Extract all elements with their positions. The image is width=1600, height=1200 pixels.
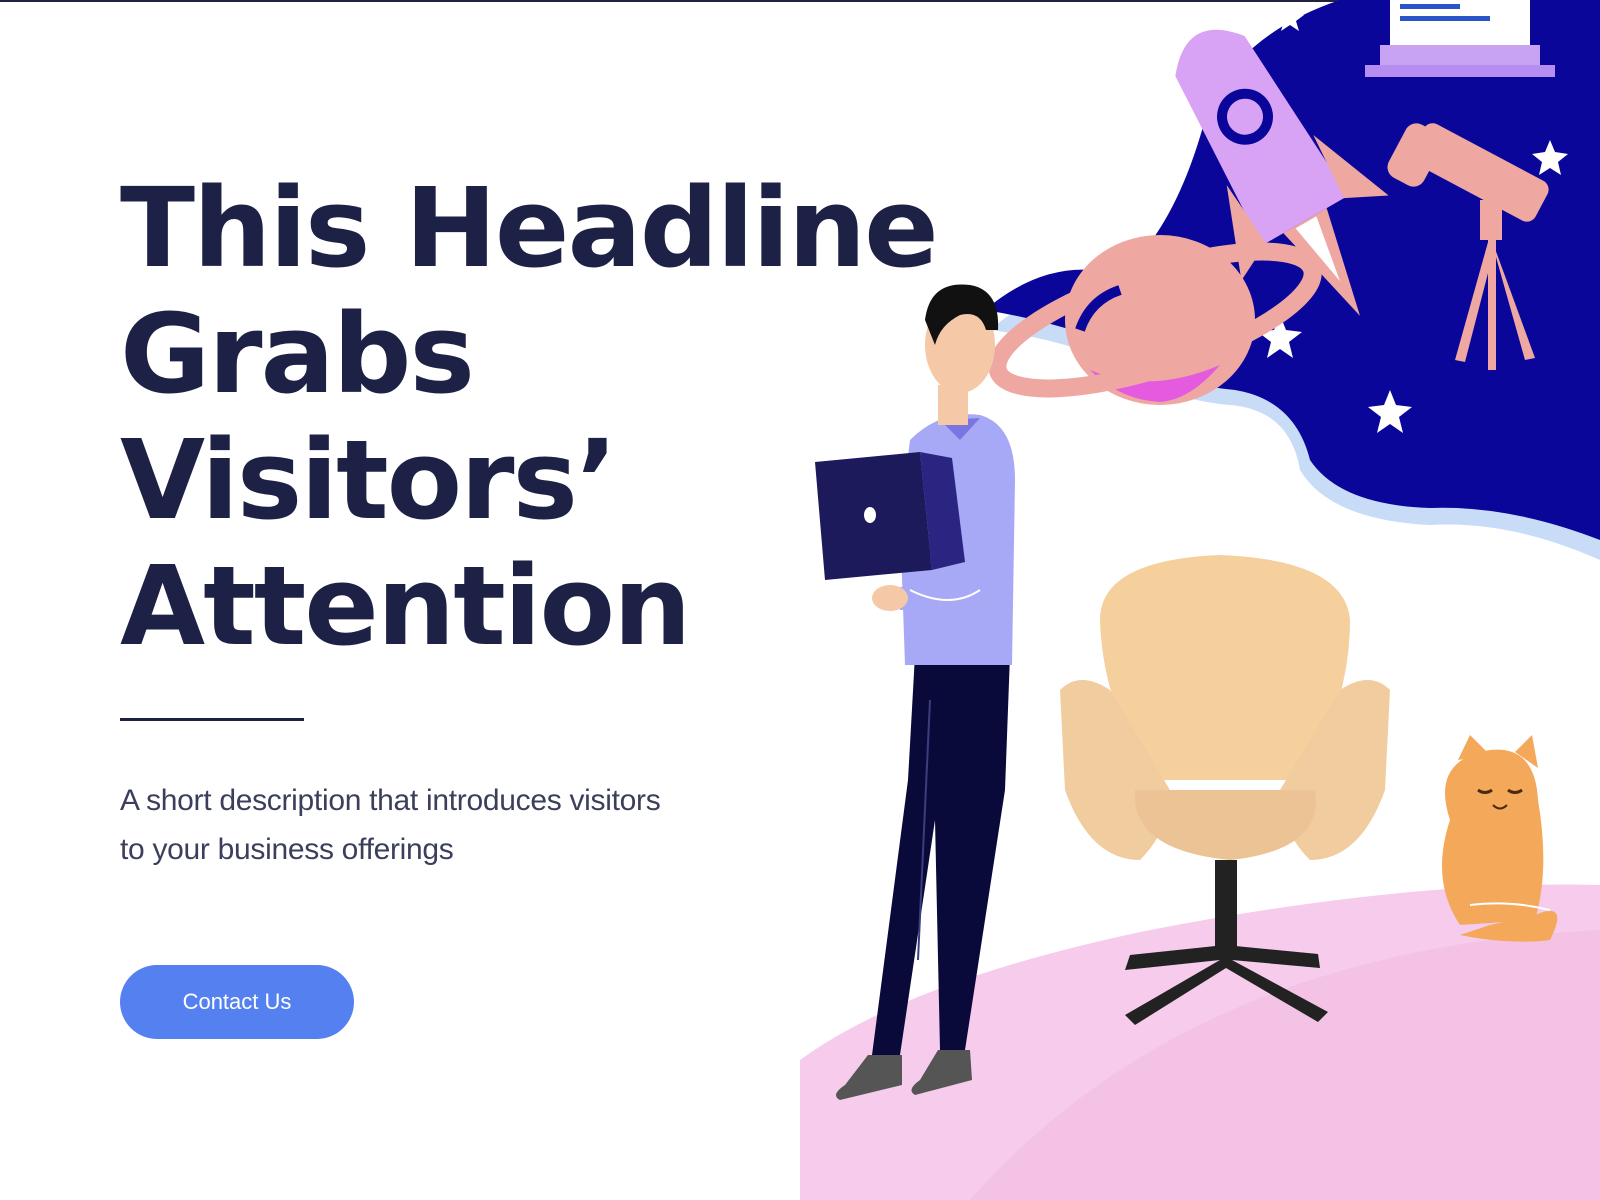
headline-line-2: Grabs xyxy=(120,290,475,418)
monitor-icon xyxy=(1365,0,1555,77)
headline-divider xyxy=(120,718,304,721)
headline-line-4: Attention xyxy=(120,542,691,670)
contact-us-button[interactable]: Contact Us xyxy=(120,965,354,1039)
headline-line-1: This Headline xyxy=(120,164,939,292)
laptop-icon xyxy=(815,452,965,580)
headline-line-3: Visitors’ xyxy=(120,416,618,544)
hero-description: A short description that introduces visi… xyxy=(120,784,661,866)
hero-copy: This Headline Grabs Visitors’ Attention xyxy=(120,164,939,670)
landing-page: This Headline Grabs Visitors’ Attention … xyxy=(0,0,1600,1200)
night-sky xyxy=(985,0,1600,540)
hero-headline: This Headline Grabs Visitors’ Attention xyxy=(120,164,939,670)
hero-illustration xyxy=(800,0,1600,1200)
